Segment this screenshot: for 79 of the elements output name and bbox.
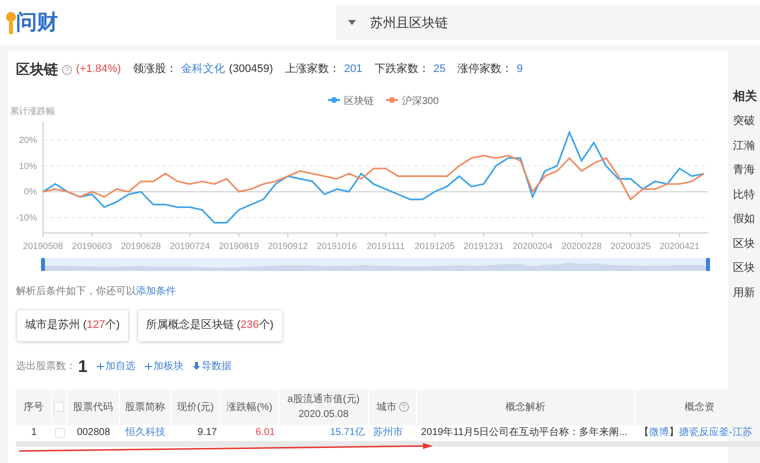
mascot-icon — [6, 10, 16, 36]
column-header[interactable]: 股票代码 — [73, 400, 113, 414]
stat-value: 201 — [344, 62, 362, 78]
news-title: 相关 — [733, 88, 757, 105]
table-cell-text: 【微博】搪瓷反应釜-江苏 — [638, 426, 752, 440]
action-link[interactable]: 加自选 — [97, 359, 136, 374]
y-tick-label: 0% — [24, 186, 37, 197]
x-tick-label: 20190628 — [120, 241, 161, 251]
search-field[interactable]: 苏州且区块链 — [336, 6, 760, 40]
row-checkbox[interactable] — [54, 428, 64, 438]
city-link[interactable]: 苏州市 — [373, 427, 403, 438]
x-tick-label: 20200421 — [660, 241, 700, 251]
x-tick-label: 20191205 — [414, 241, 455, 251]
concept-title: 区块链 — [16, 60, 58, 79]
column-header[interactable]: 股票简称 — [125, 400, 165, 414]
caret-icon — [348, 20, 356, 25]
x-tick-label: 20190819 — [218, 241, 259, 251]
x-tick-label: 20191231 — [464, 241, 504, 251]
action-link[interactable]: 导数据 — [193, 359, 232, 374]
logo[interactable]: 问财 — [6, 6, 58, 38]
plus-icon — [145, 363, 152, 370]
result-count-label: 选出股票数： — [16, 360, 76, 374]
range-navigator[interactable] — [41, 258, 710, 271]
stat-value: 9 — [516, 62, 523, 78]
table-cell-text: 002808 — [76, 426, 112, 440]
news-link[interactable]: 用新 — [733, 284, 757, 301]
column-header[interactable]: 城市 — [376, 400, 396, 414]
leader-stock-link[interactable]: 金科文化 — [180, 61, 225, 78]
news-link[interactable]: 青海 — [733, 162, 757, 178]
stat-label: 下跌家数： — [374, 62, 430, 78]
column-header[interactable]: 序号 — [24, 400, 44, 414]
x-tick-label: 20191111 — [366, 241, 405, 251]
select-all-checkbox[interactable] — [54, 402, 64, 412]
conditions-intro: 解析后条件如下，你还可以添加条件 — [16, 286, 176, 297]
column-header[interactable]: 概念解析 — [506, 400, 546, 414]
table-cell-text: 6.01 — [254, 426, 276, 440]
change-percent: (+1.84%) — [76, 62, 121, 78]
x-tick-label: 20190603 — [72, 241, 112, 251]
stock-name-link[interactable]: 恒久科技 — [126, 427, 166, 438]
download-icon — [193, 362, 200, 372]
table-cell-text: 1 — [30, 426, 38, 440]
x-tick-label: 20190508 — [22, 241, 64, 251]
news-link[interactable]: 区块 — [733, 260, 757, 276]
column-header[interactable]: a股流通市值(元) 2020.05.08 — [287, 392, 360, 422]
news-link[interactable]: 假如 — [733, 211, 757, 228]
legend-label: 区块链 — [344, 95, 374, 107]
x-tick-label: 20191016 — [316, 241, 357, 251]
stat-value: 25 — [433, 62, 446, 78]
table-cell-text: 9.17 — [196, 426, 218, 440]
table-cell-text: 15.71亿 — [328, 426, 366, 440]
x-tick-label: 20190912 — [268, 241, 308, 251]
result-count: 1 — [78, 356, 88, 378]
news-link[interactable]: 区块 — [733, 236, 757, 252]
leader-label: 领涨股： — [132, 62, 177, 78]
leader-code: (300459) — [228, 62, 273, 78]
y-tick-label: 10% — [18, 160, 37, 171]
x-tick-label: 20200228 — [562, 241, 602, 251]
news-link[interactable]: 突破 — [733, 113, 757, 130]
news-link[interactable]: 江瀚 — [733, 138, 757, 154]
legend-label: 沪深300 — [402, 95, 440, 107]
x-tick-label: 20190724 — [170, 241, 210, 251]
news-link[interactable]: 比特 — [733, 186, 757, 203]
y-axis-title: 累计涨跌幅 — [10, 106, 55, 116]
add-condition-link[interactable]: 添加条件 — [136, 286, 176, 297]
y-tick-label: 20% — [18, 135, 37, 146]
y-tick-label: -10% — [16, 212, 37, 222]
table-cell-text: 2019年11月5日公司在互动平台称：多年来阐... — [421, 426, 628, 440]
x-tick-label: 20200325 — [610, 241, 651, 251]
x-tick-label: 20200204 — [512, 241, 553, 251]
plus-icon — [97, 363, 104, 370]
condition-chip[interactable]: 城市是苏州 (127个) — [16, 309, 129, 342]
column-header[interactable]: 概念资 — [684, 400, 714, 414]
chart-legend[interactable]: 区块链 沪深300 — [328, 96, 439, 107]
column-header[interactable]: 涨跌幅(%) — [226, 400, 272, 414]
action-link[interactable]: 加板块 — [145, 359, 184, 374]
condition-chip[interactable]: 所属概念是区块链 (236个) — [136, 309, 283, 342]
stat-label: 上涨家数： — [285, 62, 340, 78]
stat-label: 涨停家数： — [458, 62, 513, 78]
column-header[interactable]: 现价(元) — [177, 400, 214, 414]
